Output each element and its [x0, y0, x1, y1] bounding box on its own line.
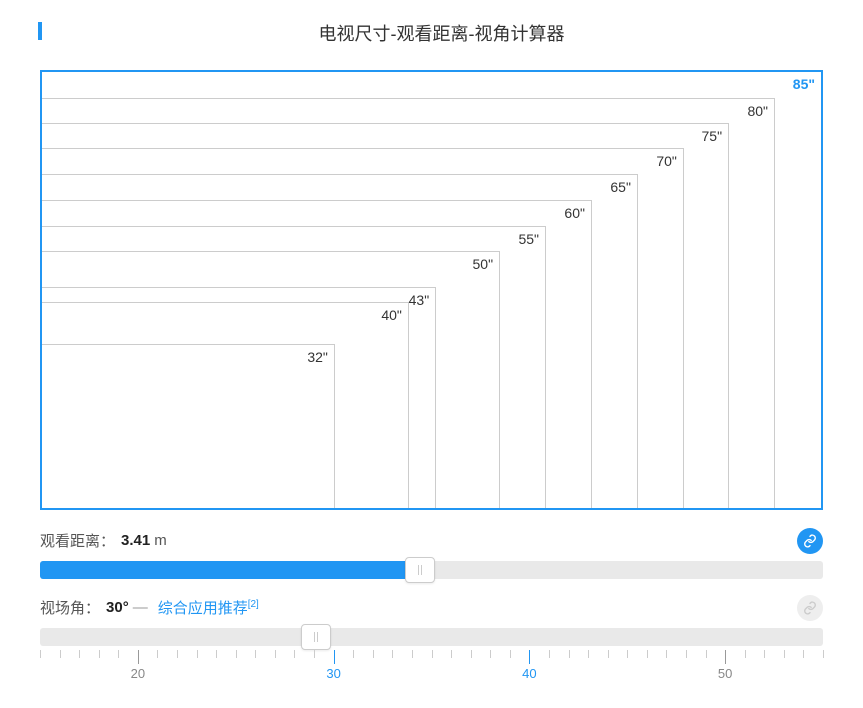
ruler-tick: [353, 650, 354, 658]
ruler-tick: [275, 650, 276, 658]
ruler-tick: [588, 650, 589, 658]
ruler-label: 50: [718, 666, 732, 681]
ruler-tick: [60, 650, 61, 658]
ruler-tick: [334, 650, 335, 664]
distance-value: 3.41: [121, 532, 150, 549]
ruler-tick: [157, 650, 158, 658]
ruler-tick: [706, 650, 707, 658]
ruler-tick: [412, 650, 413, 658]
ruler-tick: [666, 650, 667, 658]
angle-slider-thumb[interactable]: [301, 624, 331, 650]
ruler-tick: [255, 650, 256, 658]
ruler-label: 40: [522, 666, 536, 681]
distance-unit: m: [154, 532, 167, 549]
ruler-tick: [627, 650, 628, 658]
ruler-tick: [236, 650, 237, 658]
distance-slider-fill: [40, 561, 420, 579]
angle-row: 视场角： 30° — 综合应用推荐[2]: [40, 597, 823, 618]
link-icon[interactable]: [797, 595, 823, 621]
angle-ruler: 20 30 40 50: [40, 650, 823, 686]
recommendation-link[interactable]: 综合应用推荐[2]: [158, 597, 259, 618]
ruler-tick: [118, 650, 119, 658]
ruler-tick: [471, 650, 472, 658]
ruler-tick: [138, 650, 139, 664]
tv-size-label: 85": [793, 76, 815, 92]
ruler-tick: [314, 650, 315, 658]
ruler-tick: [686, 650, 687, 658]
ruler-tick: [745, 650, 746, 658]
ruler-tick: [803, 650, 804, 658]
ruler-tick: [725, 650, 726, 664]
ruler-tick: [784, 650, 785, 658]
separator: —: [133, 599, 148, 616]
ruler-tick: [451, 650, 452, 658]
ruler-tick: [79, 650, 80, 658]
ruler-tick: [549, 650, 550, 658]
angle-value: 30°: [106, 599, 129, 616]
ruler-tick: [490, 650, 491, 658]
ruler-tick: [197, 650, 198, 658]
ruler-tick: [392, 650, 393, 658]
ruler-tick: [569, 650, 570, 658]
tv-size-chart[interactable]: 32"40"43"50"55"60"65"70"75"80"85": [40, 70, 823, 510]
ruler-tick: [216, 650, 217, 658]
reference-sup: [2]: [248, 599, 259, 610]
distance-label: 观看距离：: [40, 530, 115, 551]
ruler-tick: [529, 650, 530, 664]
angle-label: 视场角：: [40, 597, 100, 618]
page-title: 电视尺寸-观看距离-视角计算器: [40, 20, 843, 46]
ruler-tick: [608, 650, 609, 658]
ruler-tick: [40, 650, 41, 658]
ruler-tick: [764, 650, 765, 658]
ruler-tick: [177, 650, 178, 658]
ruler-label: 20: [131, 666, 145, 681]
ruler-label: 30: [326, 666, 340, 681]
ruler-tick: [99, 650, 100, 658]
distance-slider[interactable]: [40, 561, 823, 579]
ruler-tick: [373, 650, 374, 658]
distance-row: 观看距离： 3.41 m: [40, 530, 823, 551]
tv-size-box[interactable]: 85": [42, 72, 821, 508]
header-accent-bar: [38, 22, 42, 40]
ruler-tick: [823, 650, 824, 658]
recommendation-text: 综合应用推荐: [158, 600, 248, 617]
ruler-tick: [432, 650, 433, 658]
ruler-tick: [294, 650, 295, 658]
distance-slider-thumb[interactable]: [405, 557, 435, 583]
ruler-tick: [510, 650, 511, 658]
angle-slider[interactable]: [40, 628, 823, 646]
link-icon[interactable]: [797, 528, 823, 554]
ruler-tick: [647, 650, 648, 658]
